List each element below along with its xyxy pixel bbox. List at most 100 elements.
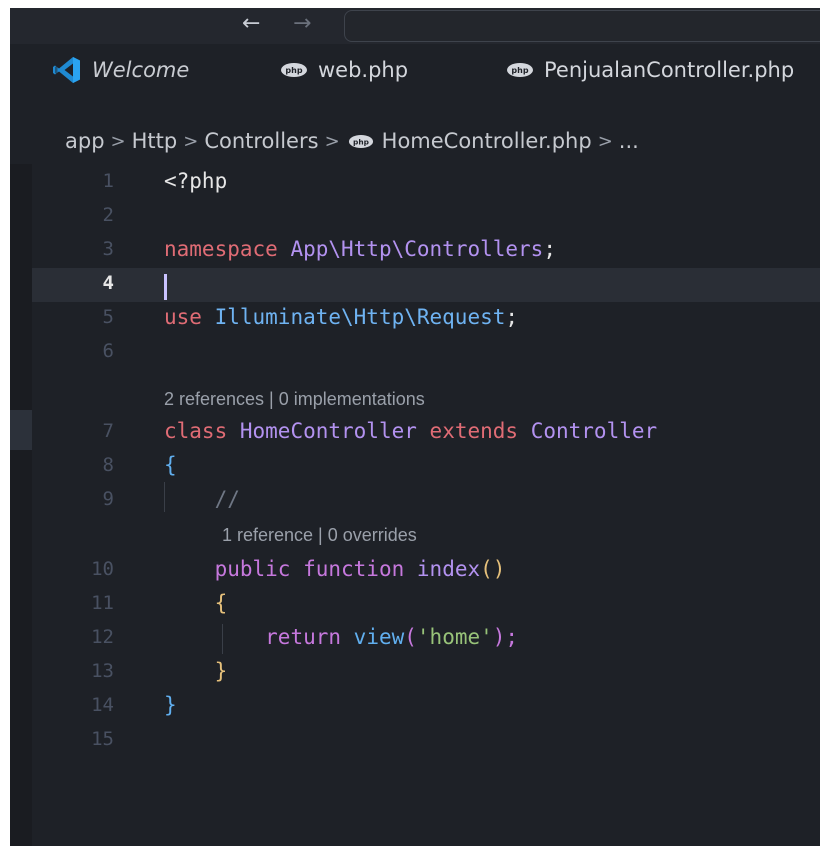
svg-text:php: php (353, 137, 369, 146)
close-brace: } (164, 693, 177, 717)
code-line: 7 class HomeController extends Controlle… (10, 414, 820, 448)
parent-class-name: Controller (530, 419, 658, 443)
keyword-class: class (164, 419, 228, 443)
php-file-icon: php (506, 62, 534, 78)
breadcrumb-symbols[interactable]: ... (619, 129, 639, 153)
code-line: 1 <?php (10, 164, 820, 198)
code-line: 9 // (10, 482, 820, 516)
tab-label: Welcome (92, 58, 190, 82)
class-name: HomeController (239, 419, 417, 443)
code-line: 15 (10, 722, 820, 756)
keyword-public: public (214, 557, 291, 581)
tab-label: PenjualanController.php (544, 58, 795, 82)
line-number: 12 (91, 626, 114, 648)
namespace-path: App\Http\Controllers (290, 237, 544, 261)
code-text[interactable]: { (164, 448, 177, 482)
open-paren: ( (404, 625, 417, 649)
forward-arrow-icon[interactable]: → (293, 12, 311, 36)
line-number: 14 (91, 694, 114, 716)
code-line: 11 { (10, 586, 820, 620)
code-text[interactable]: } (164, 654, 228, 688)
code-text[interactable]: { (164, 586, 228, 620)
code-line: 13 } (10, 654, 820, 688)
command-center-search[interactable] (344, 10, 820, 42)
keyword-return: return (265, 625, 342, 649)
line-number: 1 (102, 170, 114, 192)
import-path: Illuminate\Http\Request (214, 305, 506, 329)
keyword-function: function (303, 557, 405, 581)
keyword-namespace: namespace (164, 237, 278, 261)
code-text[interactable]: return view('home'); (164, 620, 518, 654)
back-arrow-icon[interactable]: ← (242, 12, 260, 36)
editor-window: ← → Welcome php web.php php PenjualanCon… (10, 8, 820, 846)
breadcrumb-http[interactable]: Http (132, 129, 178, 153)
php-file-icon: php (280, 62, 308, 78)
open-brace: { (164, 453, 177, 477)
code-text[interactable]: class HomeController extends Controller (164, 414, 657, 448)
breadcrumb-separator: > (110, 130, 126, 152)
semicolon: ; (543, 237, 556, 261)
code-line-active: 4 (10, 266, 820, 300)
keyword-extends: extends (429, 419, 519, 443)
line-number: 15 (91, 728, 114, 750)
line-number: 3 (102, 238, 114, 260)
svg-text:php: php (285, 66, 302, 75)
code-line: 8 { (10, 448, 820, 482)
close-brace: } (214, 659, 228, 683)
line-number: 13 (91, 660, 114, 682)
breadcrumb-homecontroller[interactable]: HomeController.php (382, 129, 592, 153)
code-text[interactable]: public function index() (164, 552, 506, 586)
tab-web-php[interactable]: php web.php (280, 44, 408, 96)
vscode-logo-icon (52, 55, 82, 85)
tab-welcome[interactable]: Welcome (52, 44, 189, 96)
code-line: 5 use Illuminate\Http\Request; (10, 300, 820, 334)
breadcrumb-separator: > (324, 130, 340, 152)
code-text[interactable]: // (164, 482, 240, 516)
line-number: 2 (102, 204, 114, 226)
line-number: 7 (102, 420, 114, 442)
text-cursor (164, 274, 167, 300)
tab-penjualan-controller[interactable]: php PenjualanController.php (506, 44, 794, 96)
code-line: 12 return view('home'); (10, 620, 820, 654)
comment: // (214, 487, 240, 511)
breadcrumb-controllers[interactable]: Controllers (204, 129, 318, 153)
function-name: index (416, 557, 481, 581)
line-number: 11 (91, 592, 114, 614)
code-text[interactable]: namespace App\Http\Controllers; (164, 232, 556, 266)
svg-text:php: php (511, 66, 528, 75)
line-number: 9 (102, 488, 114, 510)
code-line: 3 namespace App\Http\Controllers; (10, 232, 820, 266)
semicolon: ; (505, 305, 519, 329)
breadcrumb-app[interactable]: app (65, 129, 105, 153)
code-line: 10 public function index() (10, 552, 820, 586)
php-open-tag: <?php (164, 169, 228, 193)
close-paren-semicolon: ); (492, 625, 519, 649)
codelens-class-references[interactable]: 2 references | 0 implementations (164, 386, 425, 412)
code-line: 14 } (10, 688, 820, 722)
tab-label: web.php (318, 58, 409, 82)
code-line: 2 (10, 198, 820, 232)
codelens-method-references[interactable]: 1 reference | 0 overrides (222, 522, 417, 548)
code-text[interactable]: } (164, 688, 177, 722)
line-number: 5 (102, 306, 114, 328)
tab-bar: Welcome php web.php php PenjualanControl… (10, 44, 820, 96)
line-number: 6 (102, 340, 114, 362)
keyword-use: use (164, 305, 202, 329)
line-number: 10 (91, 558, 114, 580)
string-literal: 'home' (416, 625, 493, 649)
parentheses: () (480, 557, 506, 581)
code-text[interactable]: <?php (164, 164, 227, 198)
code-text[interactable]: use Illuminate\Http\Request; (164, 300, 518, 334)
breadcrumb-separator: > (597, 130, 613, 152)
line-number: 8 (102, 454, 114, 476)
